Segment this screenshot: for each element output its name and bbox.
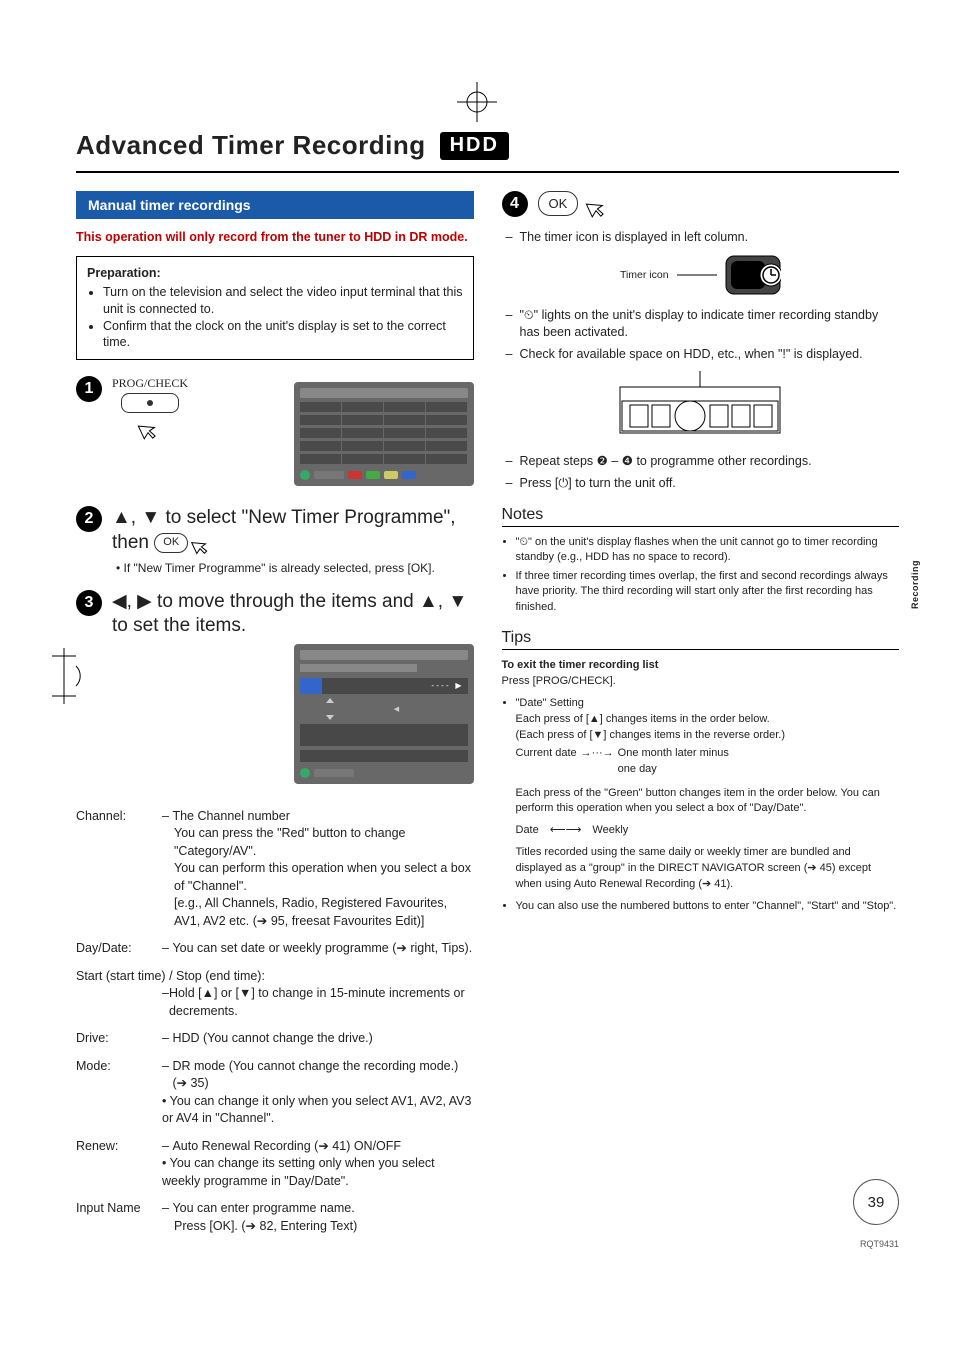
note-item: If three timer recording times overlap, … <box>516 569 900 615</box>
osd-item-editor-illustration: - - - - ▶ ◀ <box>294 644 474 784</box>
leader-line-icon <box>677 274 717 276</box>
def-label: Renew: <box>76 1138 162 1191</box>
def-text: You can perform this operation when you … <box>162 860 474 895</box>
timer-icon-illustration: Timer icon <box>502 255 900 295</box>
def-text: DR mode (You cannot change the recording… <box>172 1058 473 1093</box>
ok-button-icon: OK <box>538 191 579 216</box>
remote-button-label: PROG/CHECK <box>112 376 188 391</box>
def-text: You can press the "Red" button to change… <box>162 825 474 860</box>
page-title: Advanced Timer Recording <box>76 130 426 161</box>
field-definitions: Channel: The Channel number You can pres… <box>76 808 474 1236</box>
def-text: Auto Renewal Recording (➔ 41) ON/OFF <box>172 1138 401 1156</box>
def-text: HDD (You cannot change the drive.) <box>172 1030 372 1048</box>
preparation-item: Turn on the television and select the vi… <box>103 284 463 318</box>
arrow-sequence-icon: →···→ <box>581 746 614 762</box>
def-text: You can enter programme name. <box>172 1200 354 1218</box>
title-rule <box>76 171 899 173</box>
notes-heading: Notes <box>502 506 900 527</box>
step-4-note: Press [⏻] to turn the unit off. <box>520 475 900 493</box>
tips-seq-left: Current date <box>516 746 577 762</box>
step-2-note: • If "New Timer Programme" is already se… <box>112 560 474 576</box>
step-number-icon: 3 <box>76 590 102 616</box>
def-text: [e.g., All Channels, Radio, Registered F… <box>162 895 474 930</box>
def-text: Press [OK]. (➔ 82, Entering Text) <box>162 1218 474 1236</box>
preparation-box: Preparation: Turn on the television and … <box>76 256 474 360</box>
section-heading: Manual timer recordings <box>76 191 474 219</box>
osd-timer-list-illustration <box>294 382 474 486</box>
def-label: Day/Date: <box>76 940 162 958</box>
step-4: 4 OK <box>502 191 900 219</box>
def-text: • You can change it only when you select… <box>162 1093 474 1128</box>
def-row-renew: Renew: Auto Renewal Recording (➔ 41) ON/… <box>76 1138 474 1191</box>
ok-button-icon: OK <box>154 533 188 553</box>
step-4-note: Check for available space on HDD, etc., … <box>520 346 900 364</box>
document-code: RQT9431 <box>860 1239 899 1249</box>
timer-icon-label: Timer icon <box>620 269 669 281</box>
cursor-arrow-icon <box>583 193 612 222</box>
tips-numbered-text: You can also use the numbered buttons to… <box>516 899 900 915</box>
def-text: You can set date or weekly programme (➔ … <box>172 940 472 958</box>
prog-check-button-icon <box>121 393 179 413</box>
side-tab-label: Recording <box>910 560 920 609</box>
step-number-icon: 2 <box>76 506 102 532</box>
tips-seq-right: One month later minus one day <box>618 746 738 778</box>
preparation-heading: Preparation: <box>87 265 463 282</box>
tips-exit-heading: To exit the timer recording list <box>502 658 900 674</box>
def-label: Channel: <box>76 808 162 931</box>
def-row-daydate: Day/Date: You can set date or weekly pro… <box>76 940 474 958</box>
def-row-inputname: Input Name You can enter programme name.… <box>76 1200 474 1235</box>
tips-heading: Tips <box>502 629 900 650</box>
def-label: Drive: <box>76 1030 162 1048</box>
hdd-badge: HDD <box>440 132 509 160</box>
tips-date-line: (Each press of [▼] changes items in the … <box>516 729 786 741</box>
preparation-item: Confirm that the clock on the unit's dis… <box>103 318 463 352</box>
tips-green-text: Each press of the "Green" button changes… <box>516 786 900 818</box>
step-ref-2-icon: ❷ <box>597 454 608 468</box>
def-row-mode: Mode: DR mode (You cannot change the rec… <box>76 1058 474 1128</box>
tips-date-line: Each press of [▲] changes items in the o… <box>516 713 770 725</box>
def-label-full: Start (start time) / Stop (end time): <box>76 968 474 986</box>
step-4-note: Repeat steps ❷ – ❹ to programme other re… <box>520 453 900 471</box>
tips-exit-text: Press [PROG/CHECK]. <box>502 674 900 690</box>
def-label: Input Name <box>76 1200 162 1235</box>
def-row-channel: Channel: The Channel number You can pres… <box>76 808 474 931</box>
tips-dw-left: Date <box>516 824 539 836</box>
step-4-note: "⏲" lights on the unit's display to indi… <box>520 307 900 342</box>
tips-body: To exit the timer recording list Press [… <box>502 658 900 915</box>
double-arrow-icon: ⟵⟶ <box>550 824 582 836</box>
tips-dw-right: Weekly <box>592 824 628 836</box>
step-number-icon: 4 <box>502 191 528 217</box>
step-ref-4-icon: ❹ <box>622 454 633 468</box>
step-number-icon: 1 <box>76 376 102 402</box>
notes-list: "⏲" on the unit's display flashes when t… <box>502 535 900 615</box>
def-text: The Channel number <box>172 808 289 826</box>
step-4-note: The timer icon is displayed in left colu… <box>520 229 900 247</box>
def-text: • You can change its setting only when y… <box>162 1155 474 1190</box>
def-label: Mode: <box>76 1058 162 1128</box>
intro-text: This operation will only record from the… <box>76 229 474 246</box>
step-3: 3 ◀, ▶ to move through the items and ▲, … <box>76 590 474 794</box>
def-text: Hold [▲] or [▼] to change in 15-minute i… <box>169 985 474 1020</box>
step-3-heading: ◀, ▶ to move through the items and ▲, ▼ … <box>112 590 474 638</box>
note-item: "⏲" on the unit's display flashes when t… <box>516 535 900 566</box>
step-1: 1 PROG/CHECK <box>76 376 474 492</box>
timer-icon <box>725 255 781 295</box>
page-number: 39 <box>853 1179 899 1225</box>
cursor-arrow-icon <box>134 416 163 445</box>
def-row-drive: Drive: HDD (You cannot change the drive.… <box>76 1030 474 1048</box>
step-2: 2 ▲, ▼ to select "New Timer Programme", … <box>76 506 474 576</box>
hdd-space-illustration <box>502 371 900 441</box>
tips-titles-text: Titles recorded using the same daily or … <box>516 845 900 893</box>
